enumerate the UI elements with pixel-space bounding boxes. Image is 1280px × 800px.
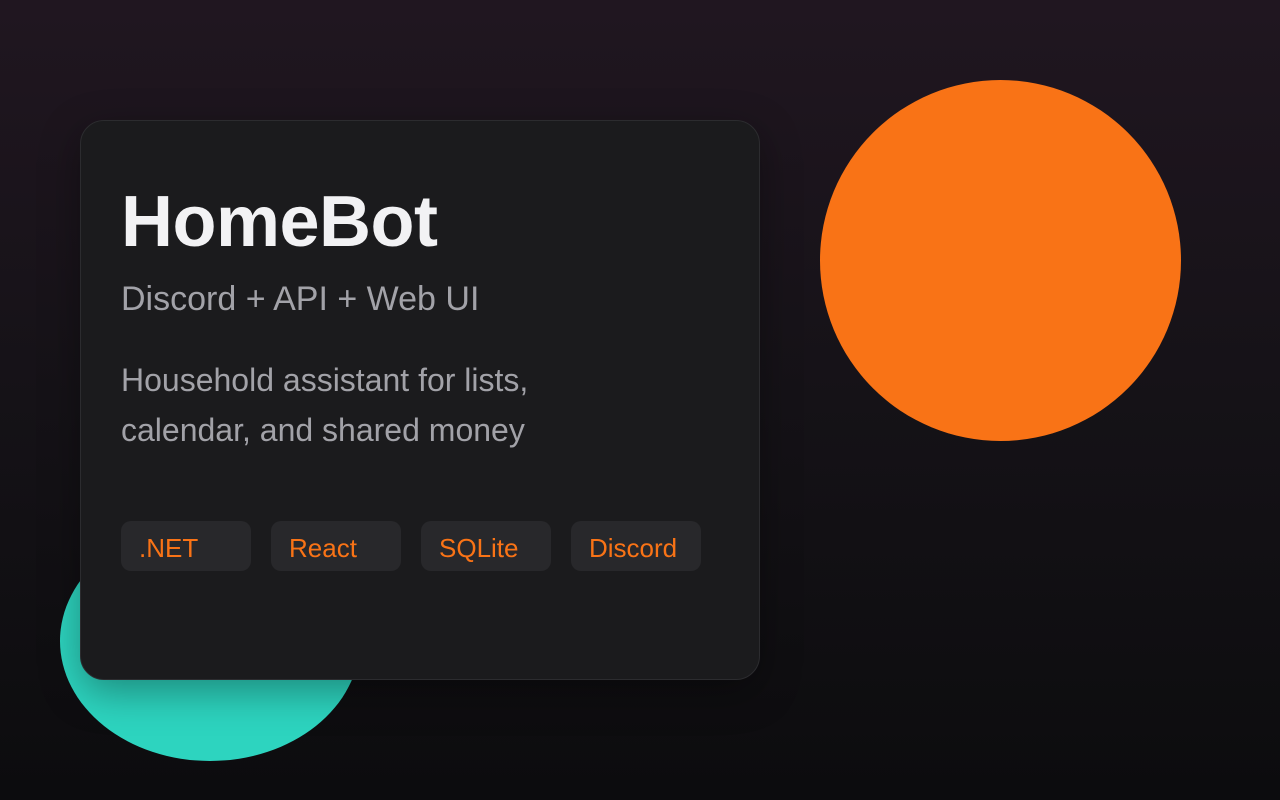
tag-sqlite: SQLite: [421, 521, 551, 571]
orange-circle-decoration: [820, 80, 1181, 441]
project-description: Household assistant for lists, calendar,…: [121, 362, 529, 448]
project-title: HomeBot: [121, 182, 438, 262]
project-subtitle: Discord + API + Web UI: [121, 280, 480, 318]
tag-dotnet: .NET: [121, 521, 251, 571]
tag-react: React: [271, 521, 401, 571]
tag-discord: Discord: [571, 521, 701, 571]
tech-tag-list: .NET React SQLite Discord: [121, 521, 701, 571]
project-card: HomeBot Discord + API + Web UI Household…: [80, 120, 760, 680]
